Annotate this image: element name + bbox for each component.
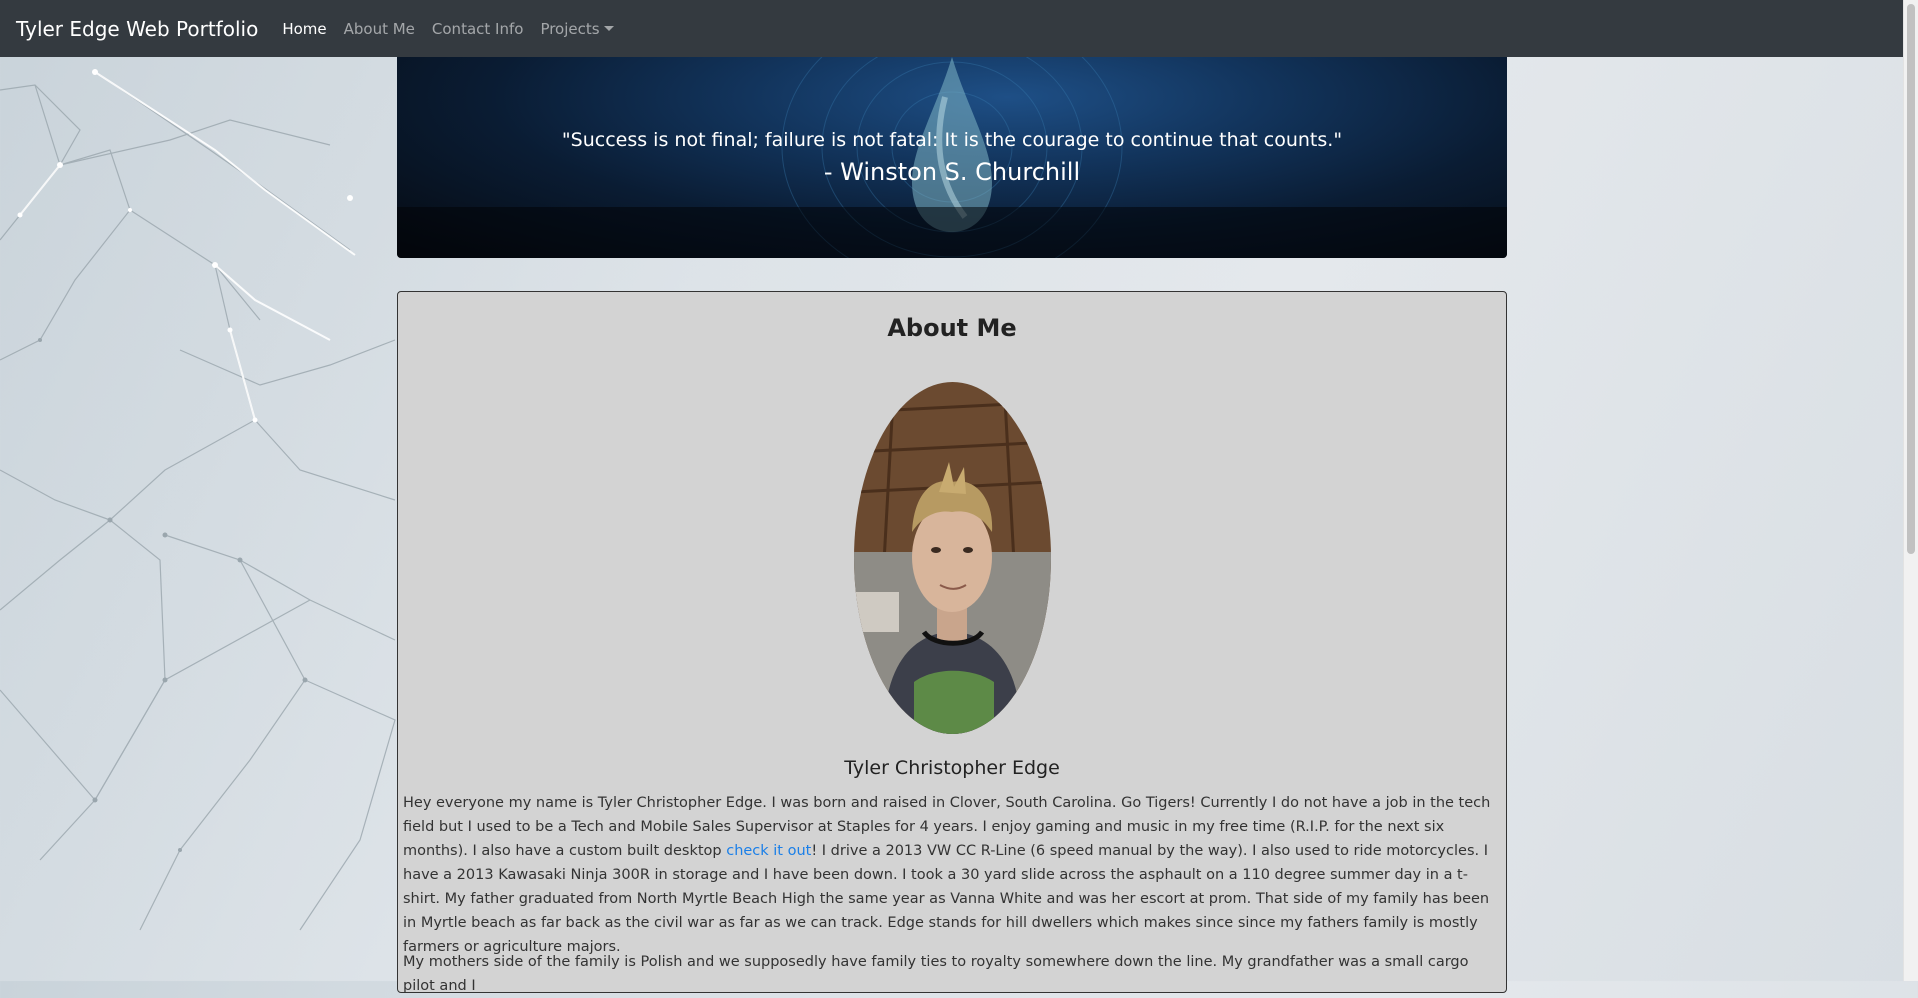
nav-link-contact-info[interactable]: Contact Info xyxy=(432,20,524,38)
navbar-brand[interactable]: Tyler Edge Web Portfolio xyxy=(16,17,258,41)
nav-link-home[interactable]: Home xyxy=(282,20,326,38)
nav-dropdown-projects-label: Projects xyxy=(540,19,600,38)
about-paragraph-1: Hey everyone my name is Tyler Christophe… xyxy=(403,791,1501,959)
vertical-scrollbar[interactable] xyxy=(1903,0,1918,981)
about-me-card: About Me Tyler Christopher Edge Hey ever… xyxy=(397,291,1507,994)
profile-name: Tyler Christopher Edge xyxy=(844,757,1060,779)
top-navbar: Tyler Edge Web Portfolio Home About Me C… xyxy=(0,0,1904,57)
about-paragraph-1-text-b: ! I drive a 2013 VW CC R-Line (6 speed m… xyxy=(403,843,1490,955)
caret-down-icon xyxy=(603,25,614,31)
hero-quote: "Success is not final; failure is not fa… xyxy=(561,129,1343,151)
scrollbar-thumb[interactable] xyxy=(1907,4,1915,554)
check-it-out-link[interactable]: check it out xyxy=(726,843,811,859)
hero-banner: "Success is not final; failure is not fa… xyxy=(397,57,1507,258)
about-me-heading: About Me xyxy=(887,314,1017,342)
profile-photo xyxy=(854,382,1051,734)
nav-link-about-me[interactable]: About Me xyxy=(344,20,415,38)
about-paragraph-2: My mothers side of the family is Polish … xyxy=(403,954,1469,994)
nav-dropdown-projects[interactable]: Projects xyxy=(540,19,614,38)
hero-quote-author: - Winston S. Churchill xyxy=(823,158,1081,186)
